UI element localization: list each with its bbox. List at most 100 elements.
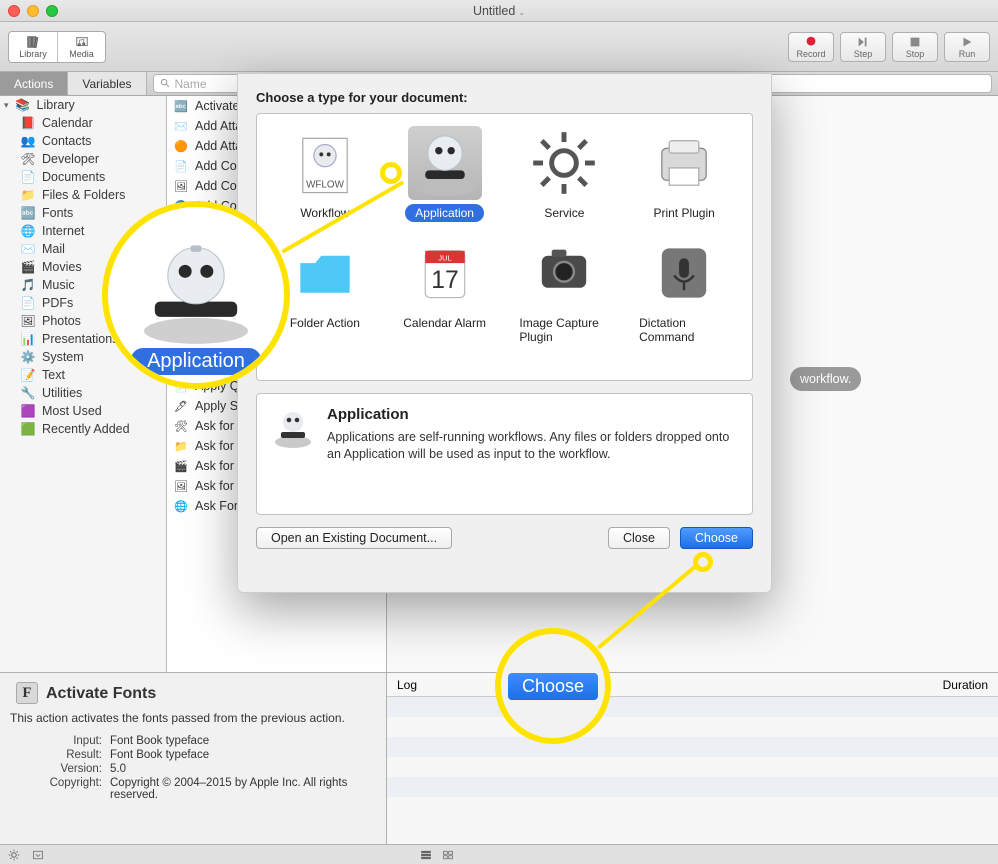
document-type-icon: JUL17 [408, 236, 482, 310]
info-key: Version: [10, 763, 110, 775]
record-button-label: Record [796, 49, 825, 59]
log-header: Log Duration [387, 673, 998, 697]
action-icon: 🖼 [173, 178, 189, 194]
play-icon [960, 35, 974, 49]
toolbar-left-segment: Library Media [8, 31, 106, 63]
sidebar-item-label: Utilities [42, 386, 82, 400]
sidebar-item-developer[interactable]: 🛠Developer [0, 150, 166, 168]
action-icon: 📄 [173, 158, 189, 174]
automator-robot-icon [271, 406, 315, 450]
sidebar-item-label: Mail [42, 242, 65, 256]
sidebar-item-label: System [42, 350, 84, 364]
document-type-label: Folder Action [280, 314, 370, 332]
workflow-hint-bubble: workflow. [790, 367, 861, 391]
action-icon: 🖼 [173, 478, 189, 494]
info-value: Font Book typeface [110, 735, 376, 747]
callout-choose-zoom: Choose [495, 628, 611, 744]
stop-icon [908, 35, 922, 49]
list-view-icon[interactable] [420, 849, 432, 861]
document-type-calendar-alarm[interactable]: JUL17 Calendar Alarm [390, 236, 500, 346]
category-icon: 🌐 [20, 223, 36, 239]
document-type-print-plugin[interactable]: Print Plugin [629, 126, 739, 222]
sidebar-item-library[interactable]: 📚Library [0, 96, 166, 114]
sidebar-item-label: Photos [42, 314, 81, 328]
document-type-image-capture-plugin[interactable]: Image Capture Plugin [509, 236, 619, 346]
category-icon: 📁 [20, 187, 36, 203]
callout-application-label: Application [131, 348, 261, 375]
info-value: 5.0 [110, 763, 376, 775]
document-type-label: Workflow [290, 204, 359, 222]
step-button-label: Step [854, 49, 873, 59]
action-icon: 🔤 [173, 98, 189, 114]
chevron-down-icon[interactable]: ⌄ [518, 8, 525, 17]
info-description: This action activates the fonts passed f… [10, 711, 376, 725]
flow-view-icon[interactable] [442, 849, 454, 861]
log-row [387, 777, 998, 797]
category-icon: ✉️ [20, 241, 36, 257]
gear-icon[interactable] [8, 849, 20, 861]
document-type-icon [647, 236, 721, 310]
sidebar-item-utilities[interactable]: 🔧Utilities [0, 384, 166, 402]
type-desc-text: Applications are self-running workflows.… [327, 429, 738, 463]
sidebar-item-contacts[interactable]: 👥Contacts [0, 132, 166, 150]
log-pane: Log Duration [387, 672, 998, 844]
library-button[interactable]: Library [9, 32, 57, 62]
log-row [387, 717, 998, 737]
close-button[interactable]: Close [608, 527, 670, 549]
category-icon: 📝 [20, 367, 36, 383]
info-kv-row: Result:Font Book typeface [10, 749, 376, 761]
category-icon: 🟪 [20, 403, 36, 419]
document-type-label: Calendar Alarm [393, 314, 496, 332]
category-icon: 🎬 [20, 259, 36, 275]
sidebar-item-recently-added[interactable]: 🟩Recently Added [0, 420, 166, 438]
media-icon [75, 35, 89, 49]
sidebar-item-label: Files & Folders [42, 188, 125, 202]
document-type-dictation-command[interactable]: Dictation Command [629, 236, 739, 346]
sidebar-item-label: Recently Added [42, 422, 130, 436]
tab-actions[interactable]: Actions [0, 72, 68, 95]
svg-text:JUL: JUL [438, 254, 451, 263]
document-type-icon [288, 236, 362, 310]
record-button[interactable]: Record [788, 32, 834, 62]
action-icon: 🌐 [173, 498, 189, 514]
choose-button[interactable]: Choose [680, 527, 753, 549]
run-button[interactable]: Run [944, 32, 990, 62]
callout-choose-label: Choose [508, 673, 598, 700]
document-type-icon [527, 126, 601, 200]
media-button[interactable]: Media [57, 32, 105, 62]
tab-variables[interactable]: Variables [68, 72, 146, 95]
sidebar-item-most-used[interactable]: 🟪Most Used [0, 402, 166, 420]
type-desc-title: Application [327, 406, 738, 423]
sidebar-item-files-folders[interactable]: 📁 Files & Folders [0, 186, 166, 204]
document-type-application[interactable]: Application [390, 126, 500, 222]
stop-button[interactable]: Stop [892, 32, 938, 62]
sheet-button-row: Open an Existing Document... Close Choos… [256, 527, 753, 549]
font-icon: F [16, 682, 38, 704]
sidebar-item-calendar[interactable]: 📕Calendar [0, 114, 166, 132]
step-button[interactable]: Step [840, 32, 886, 62]
log-row [387, 737, 998, 757]
type-description-box: Application Applications are self-runnin… [256, 393, 753, 515]
info-key: Result: [10, 749, 110, 761]
sidebar-item-documents[interactable]: 📄Documents [0, 168, 166, 186]
open-existing-button[interactable]: Open an Existing Document... [256, 527, 452, 549]
sheet-heading: Choose a type for your document: [256, 90, 753, 105]
log-column-duration[interactable]: Duration [933, 678, 998, 692]
info-kv-row: Copyright:Copyright © 2004–2015 by Apple… [10, 777, 376, 801]
sidebar-item-label: PDFs [42, 296, 73, 310]
document-type-icon [527, 236, 601, 310]
log-column-log[interactable]: Log [387, 678, 933, 692]
category-icon: 📕 [20, 115, 36, 131]
sidebar-item-label: Music [42, 278, 75, 292]
sidebar-item-label: Text [42, 368, 65, 382]
record-icon [804, 35, 818, 49]
action-icon: 📁 [173, 438, 189, 454]
titlebar: Untitled⌄ [0, 0, 998, 22]
toolbar: Library Media Record Step Stop Run [0, 22, 998, 72]
collapse-icon[interactable] [32, 849, 44, 861]
document-type-workflow[interactable]: WFLOWWorkflow [270, 126, 380, 222]
document-type-service[interactable]: Service [509, 126, 619, 222]
category-icon: 🖼 [20, 313, 36, 329]
category-icon: 🔤 [20, 205, 36, 221]
action-icon: 🟠 [173, 138, 189, 154]
